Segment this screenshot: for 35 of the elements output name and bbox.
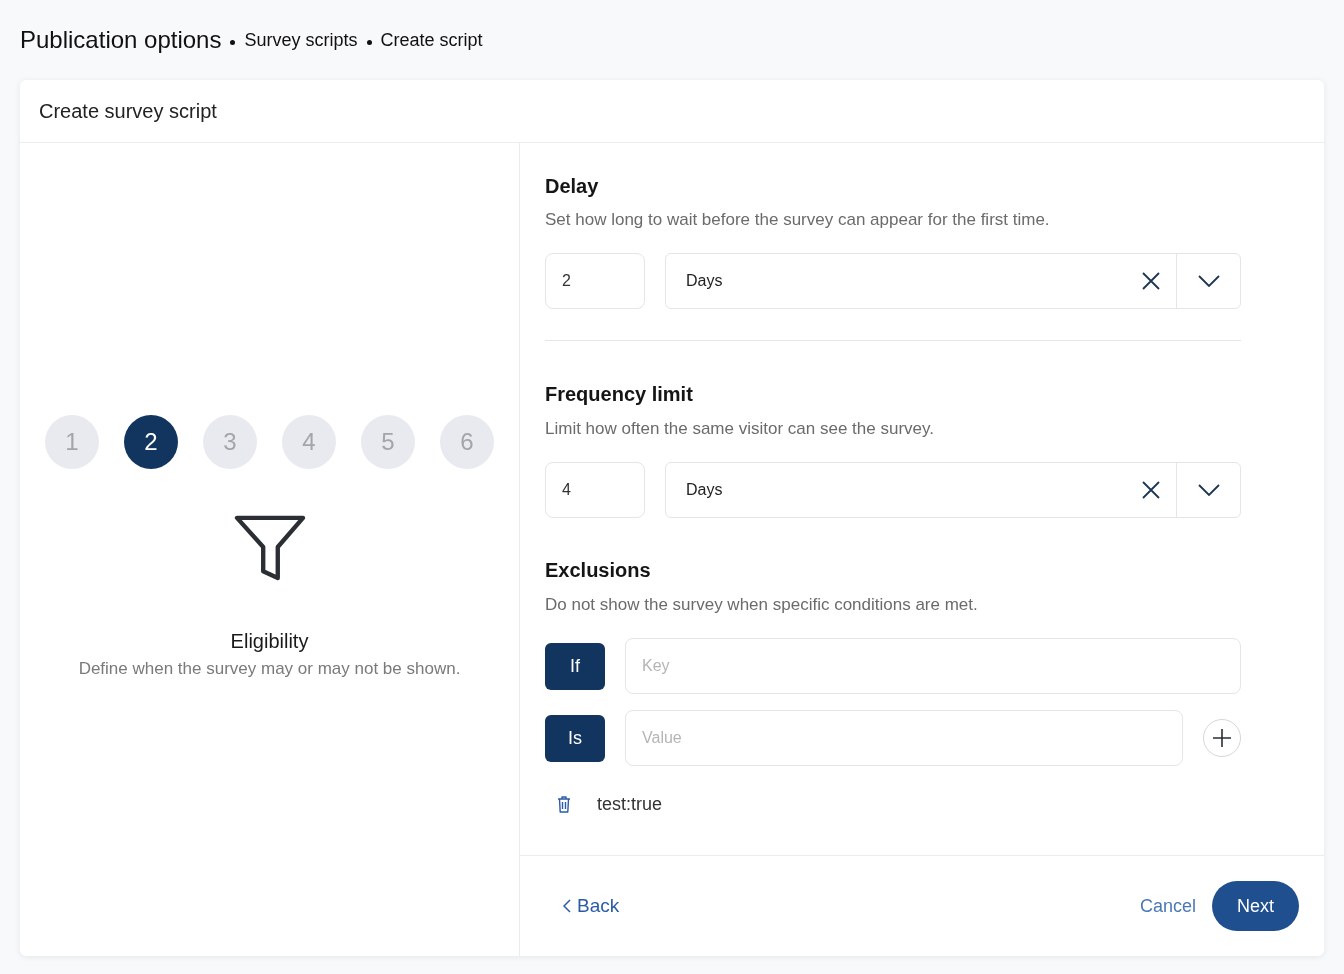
unit-select[interactable]: Days <box>665 253 1241 309</box>
operator-button[interactable]: Is <box>545 714 605 762</box>
breadcrumb-link[interactable]: Survey scripts <box>244 26 358 54</box>
cancel-link[interactable]: Cancel <box>1139 892 1196 920</box>
condition-input[interactable]: Value <box>625 710 1183 766</box>
add-button[interactable] <box>1203 719 1241 757</box>
plus-icon <box>1213 729 1231 747</box>
trash-icon[interactable] <box>557 795 571 813</box>
clear-icon[interactable] <box>1142 481 1160 499</box>
section-title: Frequency limit <box>545 382 694 407</box>
section-title: Exclusions <box>545 558 652 583</box>
exclusion-entry: test:true <box>597 792 663 816</box>
operator-button[interactable]: If <box>545 642 605 690</box>
select-value: Days <box>685 480 724 500</box>
back-link[interactable]: Back <box>563 891 620 921</box>
amount-input[interactable]: 2 <box>545 253 645 309</box>
funnel-icon <box>233 514 306 581</box>
condition-input[interactable]: Key <box>625 638 1241 694</box>
next-button[interactable]: Next <box>1212 881 1299 931</box>
section-description: Limit how often the same visitor can see the survey. <box>545 418 935 440</box>
chevron-left-icon <box>563 899 571 913</box>
step-description: Define when the survey may or may not be shown. <box>78 657 461 680</box>
clear-icon[interactable] <box>1142 272 1160 290</box>
breadcrumb-current: Create script <box>380 28 483 52</box>
section-description: Set how long to wait before the survey can appear for the first time. <box>545 209 1051 231</box>
select-value: Days <box>685 271 724 291</box>
section-title: Delay <box>545 174 600 199</box>
page-title: Publication options <box>20 25 222 55</box>
step-title: Eligibility <box>230 628 309 654</box>
section-description: Do not show the survey when specific conditions are met. <box>545 594 979 616</box>
chevron-down-icon[interactable] <box>1197 484 1220 496</box>
card-title: Create survey script <box>39 99 217 124</box>
amount-input[interactable]: 4 <box>545 462 645 518</box>
chevron-down-icon[interactable] <box>1197 275 1220 287</box>
unit-select[interactable]: Days <box>665 462 1241 518</box>
